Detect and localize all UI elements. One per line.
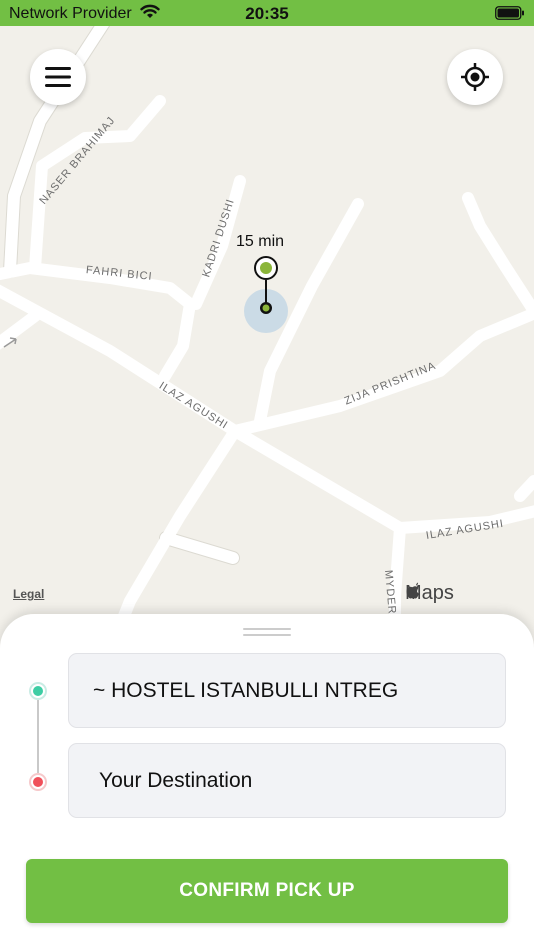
map-view[interactable]: NASER BRAHIMAJ FAHRI BICI KADRI DUSHI IL… [0, 26, 534, 646]
status-bar: Network Provider 20:35 [0, 0, 534, 26]
destination-dot-icon [29, 773, 47, 791]
maps-attribution: Maps [405, 582, 454, 605]
street-network [0, 26, 534, 646]
ride-bottom-sheet: ~ HOSTEL ISTANBULLI NTREG Your Destinati… [0, 614, 534, 950]
destination-field[interactable]: Your Destination [68, 743, 506, 818]
eta-label: 15 min [236, 233, 285, 250]
locate-me-button[interactable] [447, 49, 503, 105]
legal-link[interactable]: Legal [13, 587, 44, 601]
clock: 20:35 [245, 4, 289, 23]
apple-icon [406, 582, 419, 599]
pickup-location-field[interactable]: ~ HOSTEL ISTANBULLI NTREG [68, 653, 506, 728]
menu-button[interactable] [30, 49, 86, 105]
hamburger-icon [45, 67, 71, 87]
sheet-drag-handle[interactable] [243, 628, 291, 637]
crosshair-icon [461, 63, 489, 91]
battery-icon [495, 6, 525, 25]
confirm-pickup-button[interactable]: CONFIRM PICK UP [26, 859, 508, 923]
route-connector [37, 700, 39, 773]
pickup-dot-icon [29, 682, 47, 700]
